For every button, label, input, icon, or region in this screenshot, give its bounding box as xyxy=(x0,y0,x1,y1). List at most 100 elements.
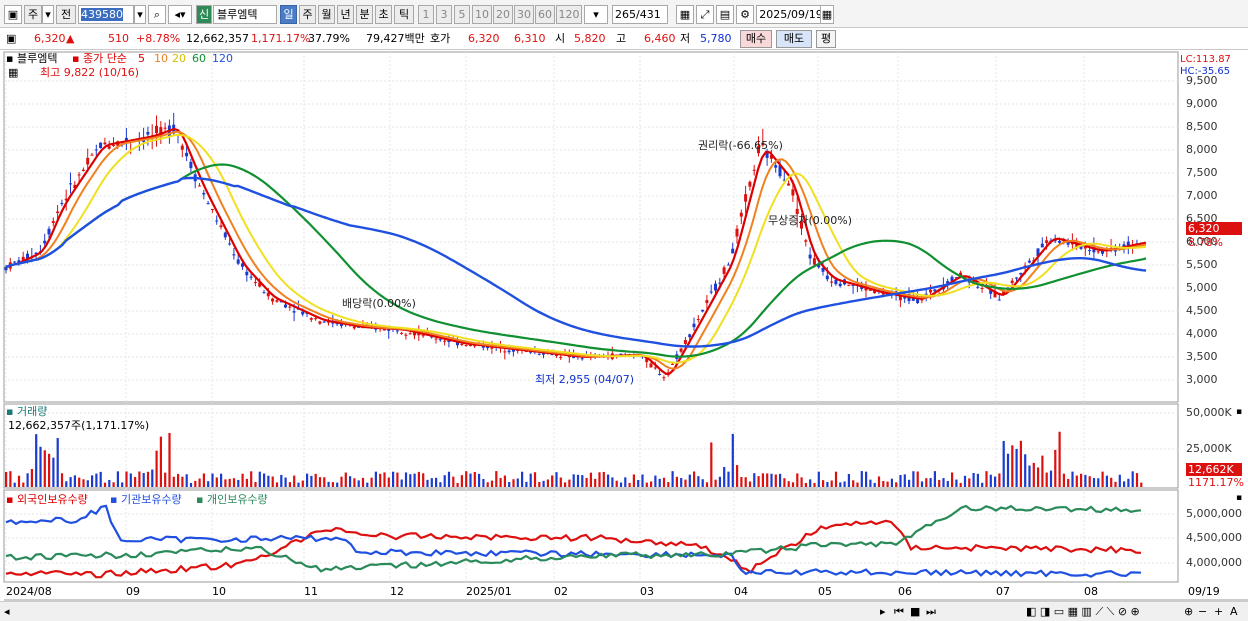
volume-bar xyxy=(748,481,752,487)
volume-bar xyxy=(882,480,885,487)
candle-body xyxy=(838,283,842,287)
candle-body xyxy=(683,340,687,344)
volume-bar xyxy=(125,471,128,487)
volume-bar xyxy=(486,482,489,487)
volume-bar xyxy=(409,474,412,487)
volume-bar xyxy=(1028,465,1031,487)
count-field[interactable]: 265/431 xyxy=(612,5,668,24)
stock-name-field[interactable]: 블루엠텍 xyxy=(213,5,277,24)
table-icon[interactable]: ▦ xyxy=(8,66,18,79)
volume-bar xyxy=(202,473,205,487)
crosshair-icon[interactable]: ⊕ xyxy=(1184,605,1193,618)
scroll-left-icon[interactable]: ◂ xyxy=(4,605,10,618)
candle-body xyxy=(692,323,696,328)
volume-bar xyxy=(495,471,498,487)
volume-bar xyxy=(701,479,704,487)
volume-bar xyxy=(546,479,549,487)
code-input[interactable]: 439580 xyxy=(78,5,134,24)
volume-tag: 12,662K xyxy=(1186,463,1242,476)
gear-icon[interactable]: ⚙ xyxy=(736,5,754,24)
volume-bar xyxy=(976,473,979,487)
volume-bar xyxy=(938,479,941,487)
custom-period-dropdown[interactable]: ▾ xyxy=(584,5,608,24)
volume-bar xyxy=(417,471,420,487)
save-icon[interactable]: ▤ xyxy=(716,5,734,24)
period-month-button[interactable]: 월 xyxy=(318,5,335,24)
period-tick-button[interactable]: 틱 xyxy=(394,5,414,24)
num-30-button[interactable]: 30 xyxy=(514,5,534,24)
zoom-out-icon[interactable]: − xyxy=(1198,605,1207,618)
period-year-button[interactable]: 년 xyxy=(337,5,354,24)
candle-body xyxy=(163,127,167,129)
volume-bar xyxy=(589,472,592,487)
num-1-button[interactable]: 1 xyxy=(418,5,434,24)
period-year-label: 년 xyxy=(340,8,351,21)
eval-label: 평 xyxy=(820,32,832,45)
period-select[interactable]: 주 xyxy=(24,5,42,24)
candle-body xyxy=(460,344,464,346)
code-dropdown-icon[interactable]: ▾ xyxy=(134,5,146,24)
chart-area[interactable]: ▪ 블루엠텍 ▪ 종가 단순 5 10 20 60 120 ▦ 최고 9,822… xyxy=(0,50,1248,621)
num-60-button[interactable]: 60 xyxy=(535,5,555,24)
sell-button[interactable]: 매도 xyxy=(776,30,812,48)
period-minute-button[interactable]: 분 xyxy=(356,5,373,24)
scroll-bar[interactable]: ◂ ▸ ⏮ ■ ⏭ ◧ ◨ ▭ ▦ ▥ ⟋ ⟍ ⊘ ⊕ ⊕ − + A xyxy=(0,601,1248,621)
ma-line-5 xyxy=(5,127,1147,375)
num-3-button[interactable]: 3 xyxy=(436,5,452,24)
candle-body xyxy=(1088,250,1092,252)
buy-button[interactable]: 매수 xyxy=(740,30,772,48)
volume-tick: 25,000K xyxy=(1186,442,1232,455)
period-week-button[interactable]: 주 xyxy=(299,5,316,24)
num-10-button[interactable]: 10 xyxy=(472,5,492,24)
volume-bar xyxy=(658,478,661,487)
volume-bar xyxy=(456,482,459,487)
holders-panel-close-icon[interactable]: ▪ xyxy=(1236,492,1242,505)
volume-bar xyxy=(1110,477,1113,487)
period-day-button[interactable]: 일 xyxy=(280,5,297,24)
volume-bar xyxy=(344,472,347,487)
volume-bar xyxy=(929,478,932,487)
zoom-icon[interactable]: ⤢ xyxy=(696,5,714,24)
num-120-button[interactable]: 120 xyxy=(556,5,582,24)
date-field[interactable]: 2025/09/19 xyxy=(756,5,826,24)
date-tick: 03 xyxy=(640,585,654,598)
volume-bar xyxy=(159,436,162,487)
candle-body xyxy=(688,334,692,338)
period-second-button[interactable]: 초 xyxy=(375,5,392,24)
volume-bar xyxy=(632,474,635,487)
candle-body xyxy=(1045,240,1049,243)
prev-button[interactable]: 전 xyxy=(56,5,76,24)
volume-bar xyxy=(1118,474,1121,487)
speaker-icon[interactable]: ◂▾ xyxy=(168,5,192,24)
calendar-icon[interactable]: ▦ xyxy=(820,5,834,24)
scroll-right-icon[interactable]: ▸ xyxy=(880,605,886,618)
volume-bar xyxy=(705,482,709,487)
volume-bar xyxy=(1067,478,1070,487)
num-5-button[interactable]: 5 xyxy=(454,5,470,24)
volume-panel-close-icon[interactable]: ▪ xyxy=(1236,406,1242,419)
grid-icon[interactable]: ▦ xyxy=(676,5,694,24)
period-dropdown-icon[interactable]: ▾ xyxy=(42,5,54,24)
volume-bar xyxy=(172,476,175,487)
quote-menu-icon[interactable]: ▣ xyxy=(6,31,24,47)
num-20-button[interactable]: 20 xyxy=(493,5,513,24)
window-menu-icon[interactable]: ▣ xyxy=(4,5,22,24)
volume-bar xyxy=(430,478,433,487)
volume-bar xyxy=(465,471,468,487)
eval-button[interactable]: 평 xyxy=(816,30,836,48)
candle-body xyxy=(537,353,541,355)
num-20-label: 20 xyxy=(496,8,510,21)
high-price: 6,460 xyxy=(644,32,676,45)
date-tick: 09 xyxy=(126,585,140,598)
candle-body xyxy=(206,203,210,205)
search-icon[interactable]: ⌕ xyxy=(148,5,166,24)
layout-icons[interactable]: ◧ ◨ ▭ ▦ ▥ ⟋ ⟍ ⊘ ⊕ xyxy=(1026,605,1140,618)
forward-icon[interactable]: ⏭ xyxy=(926,605,936,618)
zoom-in-icon[interactable]: + xyxy=(1214,605,1223,618)
volume-bar xyxy=(925,478,928,487)
dividend-annotation: 배당락(0.00%) xyxy=(342,297,416,310)
volume-bar xyxy=(817,471,820,487)
stop-icon[interactable]: ■ xyxy=(910,605,920,618)
font-size-icon[interactable]: A xyxy=(1230,605,1238,618)
rewind-icon[interactable]: ⏮ xyxy=(894,605,904,618)
